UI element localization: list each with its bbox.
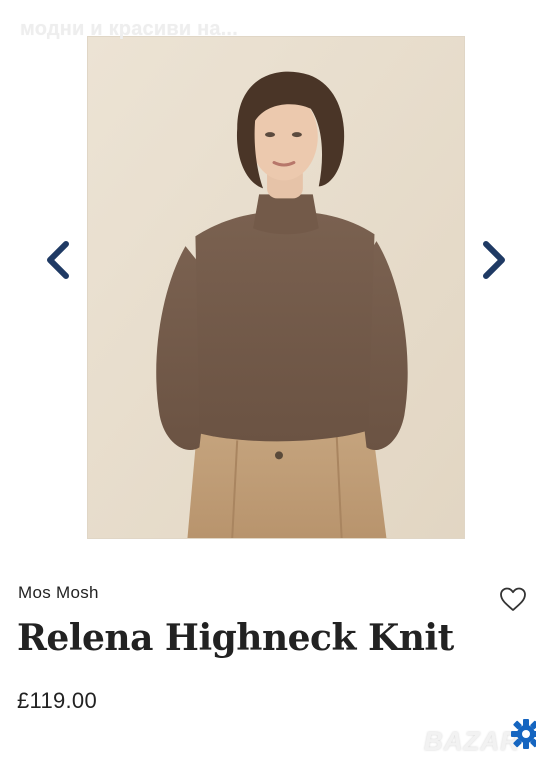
product-title: Relena Highneck Knit [17, 617, 454, 659]
gear-icon [506, 714, 536, 754]
favorite-button[interactable] [498, 585, 528, 613]
product-page: модни и красиви на... Mos Mosh Relena Hi… [0, 0, 536, 768]
previous-image-button[interactable] [40, 238, 76, 282]
product-price: £119.00 [17, 688, 97, 713]
chevron-right-icon [483, 241, 505, 279]
brand-name[interactable]: Mos Mosh [18, 583, 99, 603]
heart-outline-icon [500, 587, 526, 611]
site-watermark: BAZAR [424, 712, 536, 762]
next-image-button[interactable] [476, 238, 512, 282]
listing-caption: модни и красиви на... [20, 18, 238, 40]
image-gallery [0, 0, 536, 560]
chevron-left-icon [47, 241, 69, 279]
product-photo[interactable] [87, 36, 465, 539]
photo-illustration [88, 37, 464, 538]
